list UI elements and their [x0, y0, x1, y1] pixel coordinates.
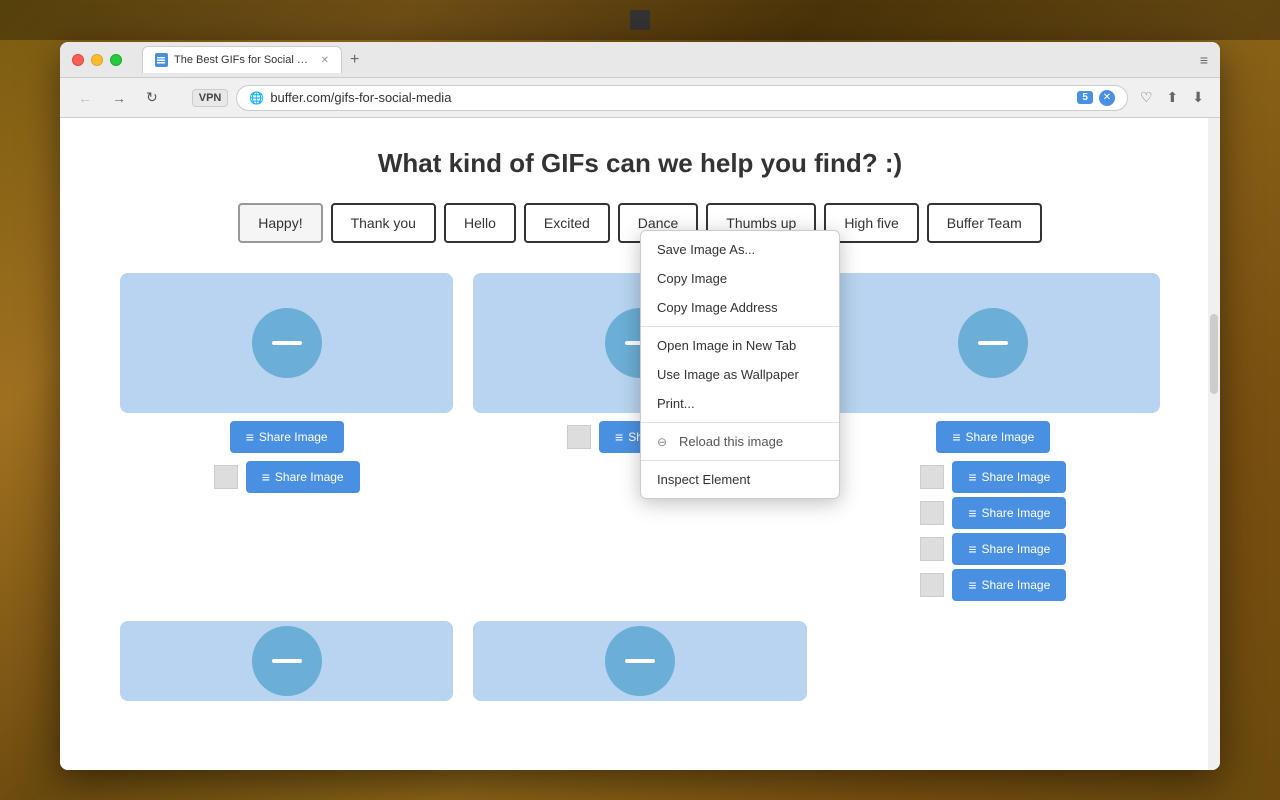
- minimize-button[interactable]: [91, 54, 103, 66]
- gif-icon-3: [958, 308, 1028, 378]
- category-hello[interactable]: Hello: [444, 203, 516, 243]
- gif-item-6: [827, 621, 1160, 701]
- traffic-lights: [72, 54, 122, 66]
- context-copy-image[interactable]: Copy Image: [641, 264, 839, 293]
- address-bar[interactable]: 🌐 buffer.com/gifs-for-social-media 5 ✕: [236, 85, 1128, 111]
- gif-grid-row2: [100, 621, 1180, 701]
- small-thumbnail-3d: [920, 573, 944, 597]
- share-button-3[interactable]: Share Image: [936, 421, 1050, 453]
- context-open-new-tab[interactable]: Open Image in New Tab: [641, 331, 839, 360]
- gif-image-3: [827, 273, 1160, 413]
- toolbar: ← → ↻ ⁣⁣ VPN 🌐 buffer.com/gifs-for-socia…: [60, 78, 1220, 118]
- context-menu-group-1: Save Image As... Copy Image Copy Image A…: [641, 231, 839, 327]
- window-menu-icon[interactable]: ≡: [1200, 52, 1208, 68]
- context-use-as-wallpaper[interactable]: Use Image as Wallpaper: [641, 360, 839, 389]
- context-reload-image[interactable]: ⊖ Reload this image: [641, 427, 839, 456]
- share-button-3b[interactable]: Share Image: [952, 461, 1066, 493]
- share-button-1b[interactable]: Share Image: [246, 461, 360, 493]
- reload-icon: ⊖: [657, 435, 671, 449]
- gif-bottom-row-1: Share Image: [120, 461, 453, 493]
- scrollbar[interactable]: [1208, 118, 1220, 770]
- active-tab[interactable]: The Best GIFs for Social Me... ✕: [142, 46, 342, 73]
- category-happy[interactable]: Happy!: [238, 203, 322, 243]
- toolbar-icons: ♡ ⬆ ⬇: [1136, 85, 1208, 110]
- context-menu-group-3: ⊖ Reload this image: [641, 423, 839, 461]
- gif-item-5: [473, 621, 806, 701]
- gif-image-1: [120, 273, 453, 413]
- gif-icon-1: [252, 308, 322, 378]
- back-button[interactable]: ←: [72, 86, 98, 110]
- tab-favicon: [155, 53, 168, 67]
- gif-image-5: [473, 621, 806, 701]
- gif-icon-4: [252, 626, 322, 696]
- context-inspect-element[interactable]: Inspect Element: [641, 465, 839, 494]
- gif-item-3: Share Image Share Image Share Image S: [827, 273, 1160, 601]
- share-button-3e[interactable]: Share Image: [952, 569, 1066, 601]
- globe-icon: 🌐: [249, 91, 264, 105]
- context-menu: Save Image As... Copy Image Copy Image A…: [640, 230, 840, 499]
- context-save-image-as[interactable]: Save Image As...: [641, 235, 839, 264]
- gif-bottom-extra-3d: Share Image: [827, 569, 1160, 601]
- title-bar: The Best GIFs for Social Me... ✕ + ≡: [60, 42, 1220, 78]
- url-text: buffer.com/gifs-for-social-media: [270, 90, 1071, 105]
- scrollbar-thumb[interactable]: [1210, 314, 1218, 394]
- small-thumbnail-1: [214, 465, 238, 489]
- small-thumbnail-3b: [920, 501, 944, 525]
- download-icon[interactable]: ⬇: [1188, 85, 1208, 110]
- tab-close-icon[interactable]: ✕: [321, 55, 329, 66]
- small-thumbnail-3a: [920, 465, 944, 489]
- share-button-3d[interactable]: Share Image: [952, 533, 1066, 565]
- reload-button[interactable]: ↻: [140, 85, 164, 110]
- gif-extra-3: Share Image Share Image Share Image: [827, 461, 1160, 601]
- gif-bottom-extra-3b: Share Image: [827, 497, 1160, 529]
- bookmark-icon[interactable]: ♡: [1136, 85, 1157, 110]
- small-thumbnail-2: [567, 425, 591, 449]
- desktop-taskbar: [0, 0, 1280, 40]
- security-badge: 5: [1077, 91, 1093, 104]
- context-copy-image-address[interactable]: Copy Image Address: [641, 293, 839, 322]
- close-button[interactable]: [72, 54, 84, 66]
- share-icon[interactable]: ⬆: [1163, 85, 1183, 110]
- small-thumbnail-3c: [920, 537, 944, 561]
- gif-image-4: [120, 621, 453, 701]
- vpn-badge: VPN: [192, 89, 229, 107]
- category-excited[interactable]: Excited: [524, 203, 610, 243]
- context-menu-group-4: Inspect Element: [641, 461, 839, 498]
- clear-url-button[interactable]: ✕: [1099, 90, 1115, 106]
- context-menu-group-2: Open Image in New Tab Use Image as Wallp…: [641, 327, 839, 423]
- gif-icon-5: [605, 626, 675, 696]
- maximize-button[interactable]: [110, 54, 122, 66]
- gif-bottom-extra-3c: Share Image: [827, 533, 1160, 565]
- forward-button[interactable]: →: [106, 86, 132, 110]
- share-button-3c[interactable]: Share Image: [952, 497, 1066, 529]
- tab-title: The Best GIFs for Social Me...: [174, 54, 311, 66]
- new-tab-button[interactable]: +: [350, 51, 359, 69]
- gif-item-1: Share Image Share Image: [120, 273, 453, 601]
- share-button-1[interactable]: Share Image: [230, 421, 344, 453]
- tab-area: The Best GIFs for Social Me... ✕ +: [142, 46, 1200, 73]
- gif-bottom-extra-3a: Share Image: [827, 461, 1160, 493]
- grid-view-button[interactable]: ⁣⁣: [172, 86, 184, 110]
- reload-image-label: Reload this image: [679, 434, 783, 449]
- desktop-bar-icon: [630, 10, 650, 30]
- page-title: What kind of GIFs can we help you find? …: [378, 148, 902, 179]
- category-thank-you[interactable]: Thank you: [331, 203, 436, 243]
- gif-item-4: [120, 621, 453, 701]
- category-buffer-team[interactable]: Buffer Team: [927, 203, 1042, 243]
- context-print[interactable]: Print...: [641, 389, 839, 418]
